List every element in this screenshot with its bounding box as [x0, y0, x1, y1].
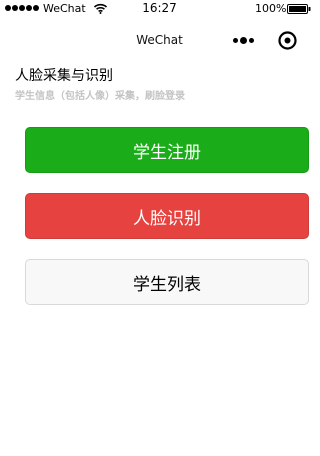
student-register-button[interactable]: 学生注册: [25, 127, 309, 173]
close-icon[interactable]: [278, 31, 297, 50]
nav-title: WeChat: [136, 33, 183, 47]
face-recognition-button[interactable]: 人脸识别: [25, 193, 309, 239]
battery-icon: [287, 4, 311, 14]
navigation-bar: WeChat: [0, 20, 319, 60]
page-title: 人脸采集与识别: [15, 68, 113, 84]
battery-percentage: 100%: [255, 2, 287, 15]
page-subtitle: 学生信息（包括人像）采集，刷脸登录: [15, 91, 185, 102]
status-bar: WeChat 16:27 100%: [0, 0, 319, 18]
student-list-button[interactable]: 学生列表: [25, 259, 309, 305]
more-icon[interactable]: [233, 37, 254, 44]
